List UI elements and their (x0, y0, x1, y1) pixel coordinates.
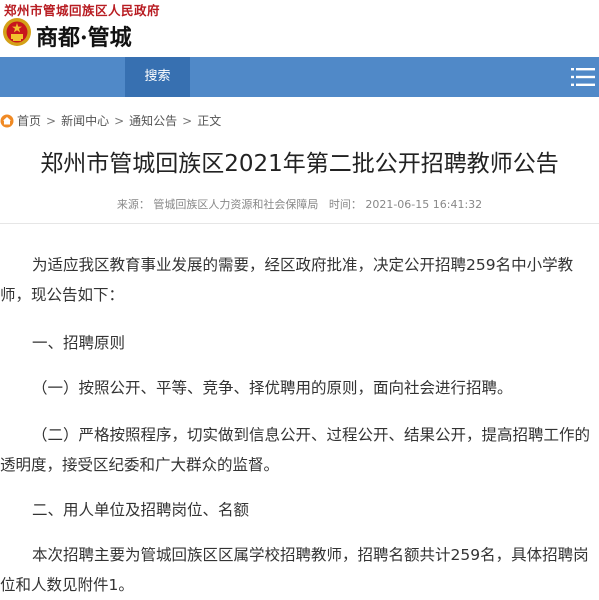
article-meta: 来源： 管城回族区人力资源和社会保障局 时间： 2021-06-15 16:41… (0, 196, 599, 212)
home-icon (0, 114, 14, 127)
article-title: 郑州市管城回族区2021年第二批公开招聘教师公告 (40, 151, 559, 177)
article-section-heading: 二、用人单位及招聘岗位、名额 (32, 501, 250, 519)
article-source: 管城回族区人力资源和社会保障局 (153, 198, 319, 211)
breadcrumb-news-link[interactable]: 新闻中心 (61, 112, 109, 129)
divider (0, 223, 599, 224)
article-paragraph: （二）严格按照程序，切实做到信息公开、过程公开、结果公开，提高招聘工作的透明度，… (0, 426, 591, 474)
site-header: 郑州市管城回族区人民政府 商都·管城 (0, 0, 599, 57)
breadcrumb-separator: > (182, 113, 193, 128)
article-paragraph: 本次招聘主要为管城回族区区属学校招聘教师，招聘名额共计259名，具体招聘岗位和人… (0, 546, 589, 594)
article-paragraph: （一）按照公开、平等、竞争、择优聘用的原则，面向社会进行招聘。 (32, 379, 513, 397)
article-paragraph: 为适应我区教育事业发展的需要，经区政府批准，决定公开招聘259名中小学教师，现公… (0, 256, 574, 304)
breadcrumb-separator: > (46, 113, 57, 128)
source-label: 来源： (116, 198, 150, 211)
national-emblem-icon (3, 18, 31, 46)
breadcrumb: 首页 > 新闻中心 > 通知公告 > 正文 (0, 112, 221, 129)
site-logo[interactable]: 商都·管城 (36, 20, 132, 52)
breadcrumb-home-link[interactable]: 首页 (17, 112, 41, 129)
search-nav-button[interactable]: 搜索 (125, 57, 190, 97)
hamburger-menu-icon[interactable] (571, 66, 595, 88)
time-label: 时间： (328, 198, 362, 211)
article-section-heading: 一、招聘原则 (32, 334, 126, 352)
breadcrumb-current: 正文 (197, 114, 222, 128)
breadcrumb-separator: > (114, 113, 125, 128)
breadcrumb-notice-link[interactable]: 通知公告 (129, 112, 177, 129)
nav-bar: 搜索 (0, 57, 599, 97)
article-time: 2021-06-15 16:41:32 (365, 198, 483, 211)
